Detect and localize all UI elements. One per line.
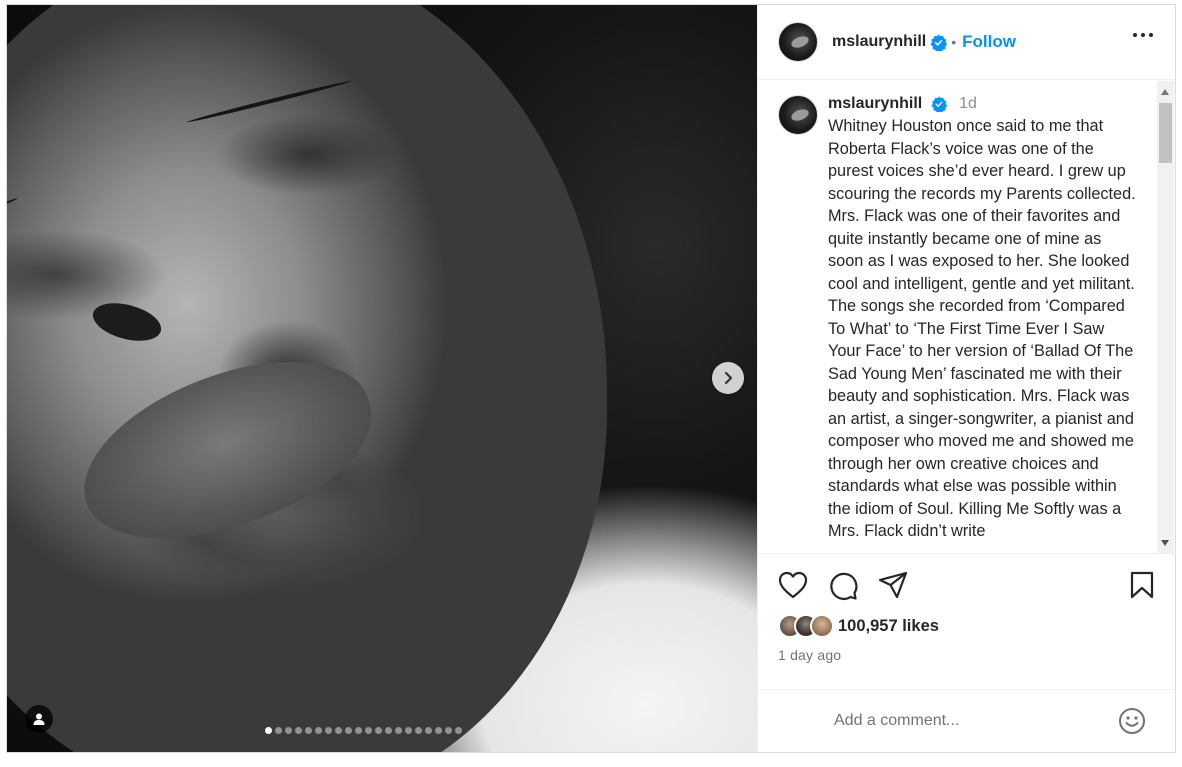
comment-box — [758, 689, 1176, 752]
caption-scroll-area[interactable]: mslaurynhill 1d Whitney Houston once sai… — [758, 81, 1176, 554]
carousel-indicator — [265, 727, 462, 734]
carousel-dot — [455, 727, 462, 734]
carousel-dot — [415, 727, 422, 734]
chevron-right-icon — [724, 371, 733, 385]
comment-icon[interactable] — [828, 571, 858, 601]
likes-row: 100,957 likes — [778, 614, 939, 638]
avatar[interactable] — [778, 95, 818, 135]
scroll-down-arrow[interactable] — [1161, 540, 1169, 546]
carousel-dot — [285, 727, 292, 734]
eyelash — [7, 196, 19, 249]
caption-username[interactable]: mslaurynhill — [828, 95, 922, 112]
caption-body: mslaurynhill 1d Whitney Houston once sai… — [828, 95, 1138, 543]
carousel-dot — [385, 727, 392, 734]
verified-badge-icon — [930, 33, 948, 51]
carousel-dot — [295, 727, 302, 734]
carousel-dot — [305, 727, 312, 734]
carousel-dot — [275, 727, 282, 734]
post-modal: mslaurynhill • Follow mslaurynhill 1d Wh… — [6, 4, 1176, 753]
post-actions — [778, 571, 1156, 605]
more-options-icon[interactable] — [1133, 33, 1153, 37]
scroll-up-arrow[interactable] — [1161, 89, 1169, 95]
avatar[interactable] — [810, 614, 834, 638]
eyelash — [186, 78, 353, 124]
share-icon[interactable] — [878, 571, 908, 599]
carousel-dot — [315, 727, 322, 734]
post-side-panel: mslaurynhill • Follow mslaurynhill 1d Wh… — [757, 5, 1176, 752]
caption-text: Whitney Houston once said to me that Rob… — [828, 117, 1136, 540]
carousel-dot — [405, 727, 412, 734]
next-slide-button[interactable] — [712, 362, 744, 394]
user-tags-button[interactable] — [25, 705, 53, 733]
lips — [61, 332, 393, 568]
likes-count[interactable]: 100,957 likes — [838, 617, 939, 636]
carousel-dot — [265, 727, 272, 734]
username[interactable]: mslaurynhill — [832, 33, 926, 51]
post-timestamp[interactable]: 1 day ago — [778, 647, 841, 663]
carousel-dot — [395, 727, 402, 734]
carousel-dot — [375, 727, 382, 734]
emoji-icon[interactable] — [1118, 707, 1146, 735]
caption-scrollbar[interactable] — [1157, 81, 1174, 553]
carousel-dot — [345, 727, 352, 734]
carousel-dot — [445, 727, 452, 734]
nostril — [88, 296, 166, 348]
separator-dot: • — [951, 34, 957, 50]
carousel-dot — [335, 727, 342, 734]
user-tag-icon — [33, 713, 45, 725]
heart-icon[interactable] — [778, 571, 808, 599]
avatar[interactable] — [778, 22, 818, 62]
portrait-face — [7, 5, 607, 752]
scroll-thumb[interactable] — [1159, 103, 1172, 163]
carousel-dot — [325, 727, 332, 734]
caption-timestamp[interactable]: 1d — [959, 95, 977, 112]
verified-badge-icon — [931, 96, 947, 112]
follow-button[interactable]: Follow — [962, 32, 1016, 52]
comment-input[interactable] — [834, 712, 1094, 730]
post-photo[interactable] — [7, 5, 757, 752]
carousel-dot — [435, 727, 442, 734]
bookmark-icon[interactable] — [1130, 571, 1154, 599]
carousel-dot — [425, 727, 432, 734]
post-header: mslaurynhill • Follow — [758, 5, 1175, 80]
carousel-dot — [365, 727, 372, 734]
caption: mslaurynhill 1d Whitney Houston once sai… — [778, 95, 1138, 543]
carousel-dot — [355, 727, 362, 734]
